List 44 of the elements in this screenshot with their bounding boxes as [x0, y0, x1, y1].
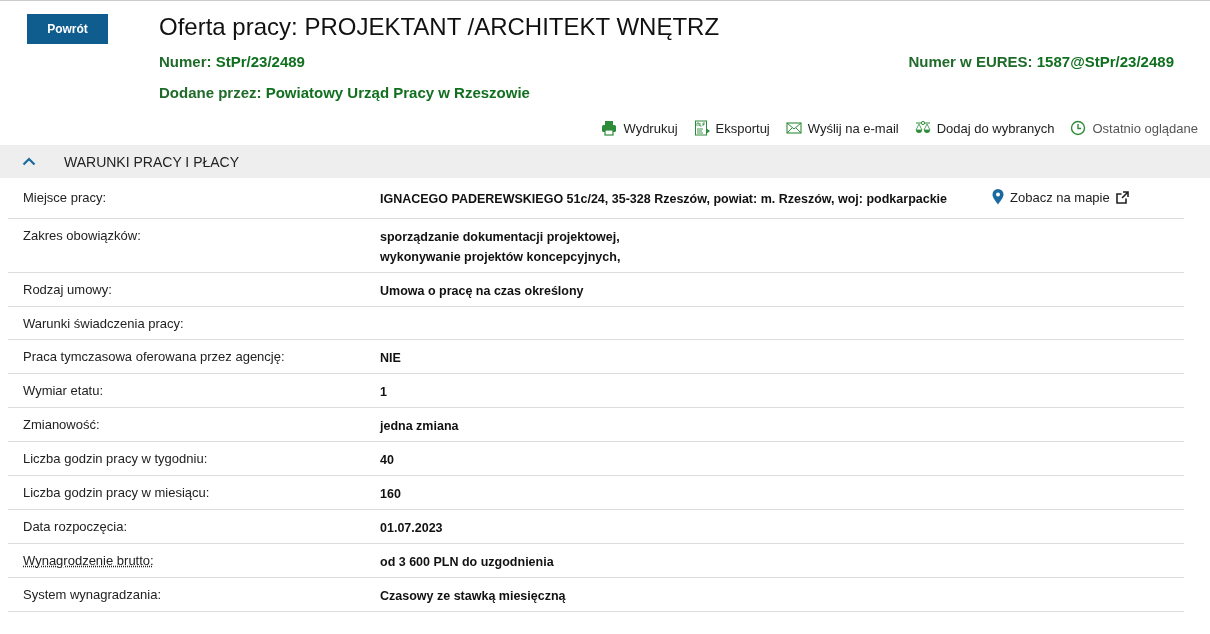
- section-header[interactable]: WARUNKI PRACY I PŁACY: [0, 145, 1210, 178]
- field-value: IGNACEGO PADEREWSKIEGO 51c/24, 35-328 Rzeszów, powiat: m. Rzeszów, woj: podkarpackie: [380, 191, 948, 208]
- map-pin-icon: [992, 189, 1004, 205]
- envelope-icon: [785, 120, 802, 136]
- page-title: Oferta pracy: PROJEKTANT /ARCHITEKT WNĘTRZ: [159, 14, 720, 40]
- field-label: Wynagrodzenie brutto:: [22, 552, 155, 570]
- field-label: Praca tymczasowa oferowana przez agencję:: [22, 348, 286, 366]
- field-label: Wymiar etatu:: [22, 382, 105, 400]
- field-value: Czasowy ze stawką miesięczną: [380, 588, 566, 605]
- field-label: Zmianowość:: [22, 416, 101, 434]
- field-value: Umowa o pracę na czas określony: [380, 283, 584, 300]
- field-value: od 3 600 PLN do uzgodnienia: [380, 554, 554, 571]
- field-value: sporządzanie dokumentacji projektowej,: [380, 229, 620, 246]
- added-by: Dodane przez: Powiatowy Urząd Pracy w Rzeszowie: [159, 83, 530, 103]
- field-label: Data rozpoczęcia:: [22, 518, 129, 536]
- field-label: Warunki świadczenia pracy:: [22, 315, 185, 333]
- field-value: 01.07.2023: [380, 520, 443, 537]
- field-label: Zakres obowiązków:: [22, 227, 142, 245]
- pdf-document-icon: [693, 120, 710, 136]
- printer-icon: [601, 120, 618, 136]
- field-value: jedna zmiana: [380, 418, 459, 435]
- field-label: Liczba godzin pracy w miesiącu:: [22, 484, 211, 502]
- action-link[interactable]: Dodaj do wybranych: [914, 119, 1055, 137]
- action-link[interactable]: Ostatnio oglądane: [1070, 119, 1198, 137]
- action-link[interactable]: Wydrukuj: [601, 119, 678, 137]
- field-value: NIE: [380, 350, 401, 367]
- eures-number: Numer w EURES: 1587@StPr/23/2489: [908, 52, 1174, 72]
- field-value: 160: [380, 486, 401, 503]
- field-label: Liczba godzin pracy w tygodniu:: [22, 450, 209, 468]
- field-value: wykonywanie projektów koncepcyjnych,: [380, 249, 621, 266]
- field-value: 1: [380, 384, 387, 401]
- field-label: Miejsce pracy:: [22, 189, 108, 207]
- map-link[interactable]: Zobacz na mapie: [992, 189, 1129, 205]
- field-label: System wynagradzania:: [22, 586, 162, 604]
- section-title: WARUNKI PRACY I PŁACY: [64, 153, 240, 170]
- field-value: 40: [380, 452, 394, 469]
- clock-icon: [1070, 120, 1087, 136]
- back-button[interactable]: Powrót: [27, 14, 108, 44]
- field-label: Rodzaj umowy:: [22, 281, 113, 299]
- offer-number: Numer: StPr/23/2489: [159, 52, 305, 72]
- action-link[interactable]: Wyślij na e-mail: [785, 119, 899, 137]
- external-link-icon: [1115, 190, 1129, 204]
- action-link[interactable]: Eksportuj: [693, 119, 770, 137]
- scales-icon: [914, 120, 931, 136]
